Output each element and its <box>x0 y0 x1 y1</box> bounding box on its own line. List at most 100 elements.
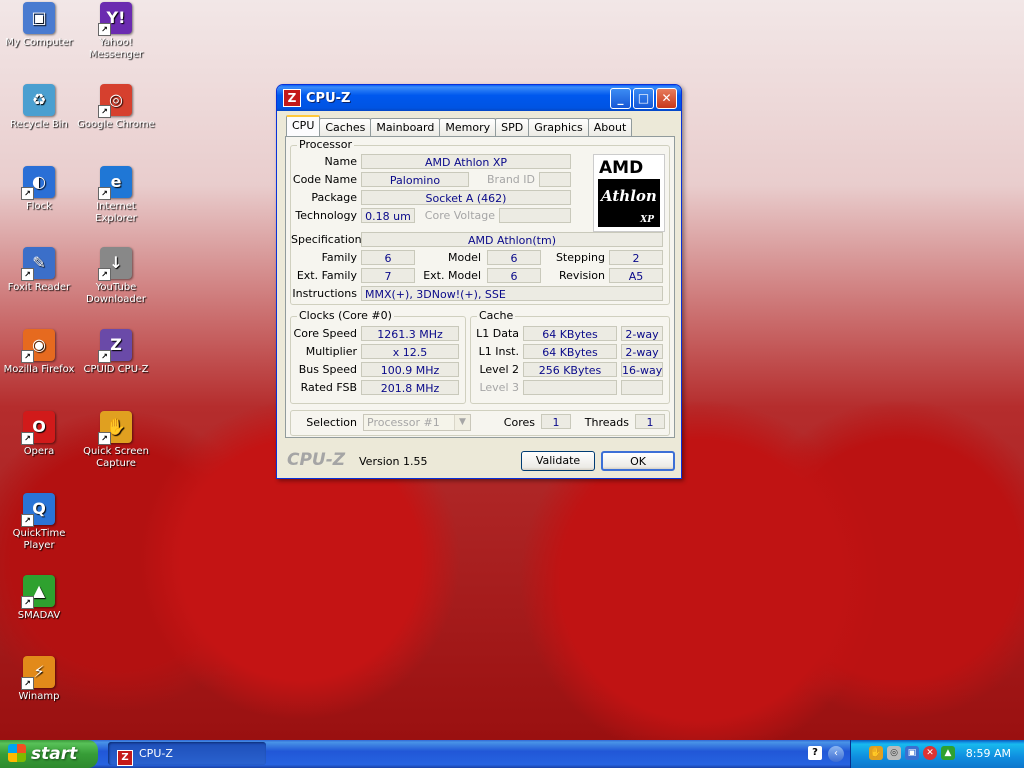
chevron-down-icon[interactable]: ▼ <box>454 415 470 430</box>
busspeed-label: Bus Speed <box>298 363 357 376</box>
minimize-button[interactable]: _ <box>610 87 631 109</box>
desktop-icon-cpuz[interactable]: Z ↗ CPUID CPU-Z <box>77 329 155 376</box>
version-text: Version 1.55 <box>359 455 428 468</box>
shortcut-arrow-icon: ↗ <box>21 677 34 691</box>
level3-value <box>523 380 617 395</box>
system-tray: ✋ ◎ ▣ ✕ ▲ 8:59 AM <box>850 740 1024 768</box>
processor-group: Processor Name AMD Athlon XP Code Name P… <box>290 138 670 305</box>
tab-strip: CPU Caches Mainboard Memory SPD Graphics… <box>286 115 633 136</box>
desktop-icon-yahoo-messenger[interactable]: Y! ↗ Yahoo! Messenger <box>77 2 155 61</box>
help-icon[interactable]: ? <box>808 746 822 760</box>
level3-way <box>621 380 663 395</box>
desktop-icon-label: Foxit Reader <box>7 282 71 294</box>
smadav-tray-icon[interactable]: ▲ <box>941 746 955 760</box>
desktop-icon-firefox[interactable]: ◉ ↗ Mozilla Firefox <box>0 329 78 376</box>
processor-select-value: Processor #1 <box>367 416 440 429</box>
desktop-icon-label: Recycle Bin <box>10 118 68 130</box>
ratedfsb-value: 201.8 MHz <box>361 380 459 395</box>
taskbar-item-cpuz[interactable]: Z CPU-Z <box>108 742 266 766</box>
ratedfsb-label: Rated FSB <box>300 381 357 394</box>
minimize-icon: _ <box>617 91 624 105</box>
title-bar[interactable]: Z CPU-Z _ □ ✕ <box>277 85 681 111</box>
winamp-icon: ⚡ ↗ <box>21 656 55 691</box>
corespeed-value: 1261.3 MHz <box>361 326 459 341</box>
shortcut-arrow-icon: ↗ <box>21 595 34 609</box>
shortcut-arrow-icon: ↗ <box>98 104 111 118</box>
model-value: 6 <box>487 250 541 265</box>
close-button[interactable]: ✕ <box>656 87 677 109</box>
desktop-icon-label: Quick Screen Capture <box>83 446 149 469</box>
maximize-icon: □ <box>637 91 650 105</box>
desktop-icon-opera[interactable]: O ↗ Opera <box>0 411 78 458</box>
window-title: CPU-Z <box>306 90 351 106</box>
cpu-tab-page: Processor Name AMD Athlon XP Code Name P… <box>285 136 675 438</box>
quicktime-icon: Q ↗ <box>21 492 55 527</box>
technology-value: 0.18 um <box>361 208 415 223</box>
desktop-icon-quicktime[interactable]: Q ↗ QuickTime Player <box>0 492 78 552</box>
desktop-icon-label: YouTube Downloader <box>86 282 146 306</box>
tab-about[interactable]: About <box>587 118 633 136</box>
shortcut-arrow-icon: ↗ <box>21 350 34 364</box>
start-button[interactable]: start <box>0 740 98 768</box>
security-tray-icon[interactable]: ✕ <box>923 746 937 760</box>
ok-button[interactable]: OK <box>601 451 675 471</box>
desktop-icon-winamp[interactable]: ⚡ ↗ Winamp <box>0 656 78 703</box>
desktop-icon-screen-capture[interactable]: ✋ ↗ Quick Screen Capture <box>77 411 155 470</box>
shortcut-arrow-icon: ↗ <box>98 186 111 200</box>
tab-spd[interactable]: SPD <box>495 118 530 136</box>
cpuz-app-icon[interactable]: Z <box>283 89 301 107</box>
show-hidden-icons-chevron-icon[interactable]: ‹ <box>828 746 844 762</box>
specification-value: AMD Athlon(tm) <box>361 232 663 247</box>
windows-logo-icon <box>8 744 26 762</box>
desktop-icon-smadav[interactable]: ▲ ↗ SMADAV <box>0 574 78 622</box>
cpuz-task-icon: Z <box>117 750 133 766</box>
youtube-downloader-icon: ↓ ↗ <box>98 247 132 282</box>
cores-label: Cores <box>503 416 535 429</box>
processor-select[interactable]: Processor #1 ▼ <box>363 414 471 431</box>
extfamily-value: 7 <box>361 268 415 283</box>
validate-button[interactable]: Validate <box>521 451 595 471</box>
brandid-value <box>539 172 571 187</box>
tab-cpu[interactable]: CPU <box>286 115 321 136</box>
logo-brand: AMD <box>599 158 644 178</box>
revision-label: Revision <box>559 269 605 282</box>
brandid-label: Brand ID <box>487 173 535 186</box>
family-value: 6 <box>361 250 415 265</box>
level2-value: 256 KBytes <box>523 362 617 377</box>
display-tray-icon[interactable]: ▣ <box>905 746 919 760</box>
screen-capture-tray-icon[interactable]: ✋ <box>869 746 883 760</box>
internet-explorer-icon: e ↗ <box>98 165 132 200</box>
tab-caches[interactable]: Caches <box>319 118 372 136</box>
desktop-icon-label: Flock <box>26 200 52 212</box>
desktop-icon-chrome[interactable]: ◎ ↗ Google Chrome <box>77 83 155 131</box>
close-icon: ✕ <box>661 91 672 105</box>
package-label: Package <box>311 191 357 204</box>
desktop-icon-computer[interactable]: ▣ My Computer <box>0 2 78 49</box>
tab-graphics[interactable]: Graphics <box>528 118 589 136</box>
busspeed-value: 100.9 MHz <box>361 362 459 377</box>
desktop-icon-foxit-reader[interactable]: ✎ ↗ Foxit Reader <box>0 247 78 294</box>
maximize-button[interactable]: □ <box>633 87 654 109</box>
tab-mainboard[interactable]: Mainboard <box>370 118 441 136</box>
desktop-icon-youtube-downloader[interactable]: ↓ ↗ YouTube Downloader <box>77 247 155 306</box>
network-tray-icon[interactable]: ◎ <box>887 746 901 760</box>
desktop-icon-label: CPUID CPU-Z <box>83 364 149 376</box>
desktop-icon-internet-explorer[interactable]: e ↗ Internet Explorer <box>77 165 155 225</box>
shortcut-arrow-icon: ↗ <box>98 350 111 364</box>
foxit-reader-icon: ✎ ↗ <box>21 247 55 282</box>
level2-way: 16-way <box>621 362 663 377</box>
cores-value: 1 <box>541 414 571 429</box>
clock[interactable]: 8:59 AM <box>966 747 1011 760</box>
tab-memory[interactable]: Memory <box>439 118 497 136</box>
desktop-icon-label: SMADAV <box>17 609 61 621</box>
firefox-icon: ◉ ↗ <box>21 329 55 364</box>
instructions-label: Instructions <box>292 287 357 300</box>
desktop-icon-label: Yahoo! Messenger <box>88 37 144 60</box>
stepping-label: Stepping <box>555 251 605 264</box>
selection-label: Selection <box>306 416 357 429</box>
recycle-bin-icon: ♻ <box>23 83 55 116</box>
desktop-icon-recycle-bin[interactable]: ♻ Recycle Bin <box>0 83 78 131</box>
desktop-icon-flock[interactable]: ◐ ↗ Flock <box>0 165 78 213</box>
computer-icon: ▣ <box>23 2 55 34</box>
logo-line2: XP <box>640 215 654 225</box>
